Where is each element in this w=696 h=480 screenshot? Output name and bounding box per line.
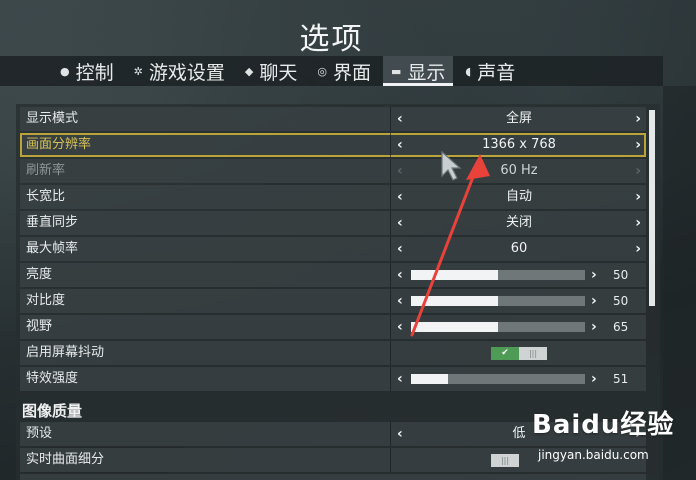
setting-row-partial <box>20 474 646 480</box>
tab-label: 控制 <box>75 61 114 84</box>
arrow-right-icon[interactable]: › <box>591 367 597 391</box>
arrow-right-icon[interactable]: › <box>635 185 641 209</box>
arrow-left-icon[interactable]: ‹ <box>397 367 403 391</box>
toggle-off-icon: ||| <box>500 456 510 465</box>
baidu-logo: Baidu经验 <box>532 410 675 440</box>
watermark-url: jingyan.baidu.com <box>538 448 649 462</box>
arrow-right-icon[interactable]: › <box>635 133 641 157</box>
setting-label: 显示模式 <box>26 111 79 126</box>
slider-value: 51 <box>613 372 629 386</box>
arrow-right-icon[interactable]: › <box>635 211 641 235</box>
setting-label: 亮度 <box>26 267 53 282</box>
slider-fill <box>411 374 448 384</box>
tab-game-settings[interactable]: ✲ 游戏设置 <box>126 56 233 86</box>
toggle-container: ✔ ||| <box>390 341 647 365</box>
tab-interface[interactable]: ◎ 界面 <box>309 56 379 86</box>
gear-icon: ✲ <box>133 64 143 78</box>
toggle-off-icon: ||| <box>528 349 538 358</box>
arrow-right-icon[interactable]: › <box>591 263 597 287</box>
arrow-right-icon[interactable]: › <box>635 237 641 261</box>
tab-label: 聊天 <box>259 61 298 84</box>
interface-icon: ◎ <box>317 64 327 78</box>
speaker-icon: ◖ <box>465 64 472 78</box>
setting-refresh-rate[interactable]: 刷新率 ‹ 60 Hz › <box>20 159 646 183</box>
tab-bar: ● 控制 ✲ 游戏设置 ◆ 聊天 ◎ 界面 ▬ 显示 ◖ 声音 <box>0 56 663 86</box>
setting-label: 预设 <box>26 426 53 441</box>
selector: ‹ 全屏 › <box>390 107 647 131</box>
setting-label: 特效强度 <box>26 371 79 386</box>
setting-label: 视野 <box>26 319 53 334</box>
mouse-cursor-icon <box>441 150 462 181</box>
setting-display-mode[interactable]: 显示模式 ‹ 全屏 › <box>20 107 646 131</box>
setting-screen-shake[interactable]: 启用屏幕抖动 ✔ ||| <box>20 341 646 365</box>
chat-icon: ◆ <box>244 64 254 78</box>
section-heading-image-quality: 图像质量 <box>22 402 83 420</box>
slider-value: 50 <box>613 294 629 308</box>
setting-label: 启用屏幕抖动 <box>26 345 105 360</box>
slider-value: 65 <box>613 320 629 334</box>
slider-track[interactable] <box>411 374 585 384</box>
setting-label: 最大帧率 <box>26 241 79 256</box>
setting-max-fps[interactable]: 最大帧率 ‹ 60 › <box>20 237 646 261</box>
scrollbar-thumb[interactable] <box>649 110 655 306</box>
check-icon: ✔ <box>491 347 519 360</box>
tab-sound[interactable]: ◖ 声音 <box>457 56 523 86</box>
tab-label: 声音 <box>477 61 516 84</box>
arrow-right-icon[interactable]: › <box>591 315 597 339</box>
arrow-right-icon[interactable]: › <box>591 289 597 313</box>
tab-chat[interactable]: ◆ 聊天 <box>237 56 305 86</box>
setting-effects-intensity[interactable]: 特效强度 ‹ › 51 <box>20 367 646 391</box>
setting-vsync[interactable]: 垂直同步 ‹ 关闭 › <box>20 211 646 235</box>
tab-label: 游戏设置 <box>148 61 225 84</box>
setting-contrast[interactable]: 对比度 ‹ › 50 <box>20 289 646 313</box>
setting-value: 全屏 <box>505 111 532 126</box>
tab-label: 界面 <box>332 61 371 84</box>
monitor-icon: ▬ <box>390 64 402 78</box>
setting-label: 刷新率 <box>26 163 66 178</box>
setting-aspect-ratio[interactable]: 长宽比 ‹ 自动 › <box>20 185 646 209</box>
setting-brightness[interactable]: 亮度 ‹ › 50 <box>20 263 646 287</box>
setting-label: 画面分辨率 <box>26 137 92 152</box>
arrow-right-icon[interactable]: › <box>635 107 641 131</box>
mouse-icon: ● <box>60 64 70 78</box>
setting-resolution[interactable]: 画面分辨率 ‹ 1366 x 768 › <box>20 133 646 157</box>
tab-controls[interactable]: ● 控制 <box>52 56 122 86</box>
setting-label: 实时曲面细分 <box>26 452 105 467</box>
watermark: Baidu经验 jingyan.baidu.com <box>532 404 675 462</box>
setting-label: 垂直同步 <box>26 215 79 230</box>
tab-display[interactable]: ▬ 显示 <box>382 56 454 86</box>
slider-value: 50 <box>613 268 629 282</box>
slider: ‹ › 51 <box>390 367 647 391</box>
setting-label: 长宽比 <box>26 189 66 204</box>
arrow-right-icon[interactable]: › <box>635 159 641 183</box>
setting-label: 对比度 <box>26 293 66 308</box>
tab-label: 显示 <box>407 61 446 84</box>
toggle-switch[interactable]: ✔ ||| <box>491 347 547 360</box>
toggle-switch[interactable]: ||| <box>491 454 519 467</box>
page-title: 选项 <box>299 22 364 57</box>
setting-fov[interactable]: 视野 ‹ › 65 <box>20 315 646 339</box>
